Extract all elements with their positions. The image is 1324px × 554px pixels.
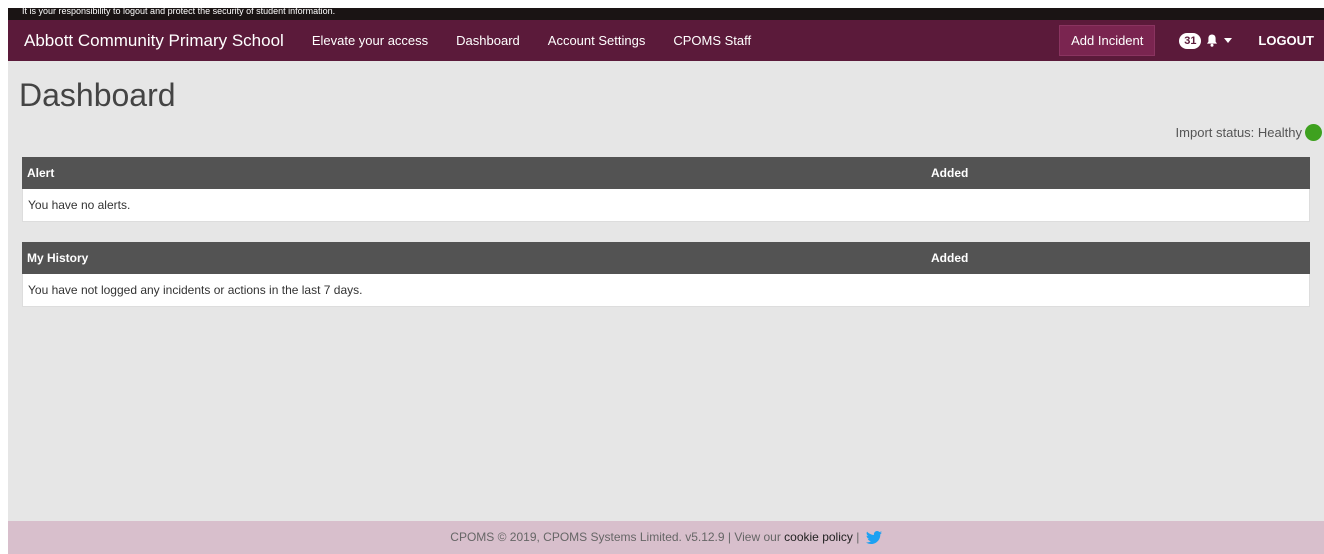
footer-copyright: CPOMS © 2019, CPOMS Systems Limited. v5.… (450, 530, 781, 544)
notifications-dropdown[interactable]: 31 (1179, 32, 1233, 49)
alerts-empty-message: You have no alerts. (22, 189, 1310, 222)
nav-cpoms-staff[interactable]: CPOMS Staff (659, 33, 765, 48)
history-added-column-header: Added (931, 251, 969, 265)
nav-elevate-access[interactable]: Elevate your access (298, 33, 442, 48)
history-table-header: My History Added (22, 242, 1310, 274)
caret-down-icon (1224, 38, 1233, 43)
footer: CPOMS © 2019, CPOMS Systems Limited. v5.… (8, 521, 1324, 554)
alerts-table-header: Alert Added (22, 157, 1310, 189)
alerts-table: Alert Added You have no alerts. (22, 157, 1310, 222)
import-status: Import status: Healthy (1176, 124, 1322, 141)
twitter-icon[interactable] (865, 531, 882, 545)
nav-dashboard[interactable]: Dashboard (442, 33, 534, 48)
my-history-column-header: My History (27, 251, 89, 265)
history-empty-message: You have not logged any incidents or act… (22, 274, 1310, 307)
page-title: Dashboard (19, 77, 176, 113)
add-incident-button[interactable]: Add Incident (1059, 25, 1156, 56)
cookie-policy-link[interactable]: cookie policy (784, 530, 853, 544)
logout-link[interactable]: LOGOUT (1258, 33, 1314, 48)
import-status-label: Import status: Healthy (1175, 125, 1302, 140)
security-warning-banner: It is your responsibility to logout and … (8, 8, 1324, 20)
top-navbar: Abbott Community Primary School Elevate … (8, 20, 1324, 61)
school-brand[interactable]: Abbott Community Primary School (8, 31, 298, 51)
added-column-header: Added (931, 166, 969, 180)
browser-frame: It is your responsibility to logout and … (0, 0, 1324, 554)
notification-count-badge: 31 (1179, 32, 1202, 49)
status-dot-icon (1305, 124, 1322, 141)
history-table: My History Added You have not logged any… (22, 242, 1310, 307)
footer-separator: | (856, 530, 860, 544)
nav-account-settings[interactable]: Account Settings (534, 33, 660, 48)
navbar-right: Add Incident 31 LOGOUT (1059, 20, 1324, 61)
bell-icon (1207, 34, 1218, 47)
alert-column-header: Alert (27, 166, 55, 180)
page: It is your responsibility to logout and … (8, 8, 1324, 554)
